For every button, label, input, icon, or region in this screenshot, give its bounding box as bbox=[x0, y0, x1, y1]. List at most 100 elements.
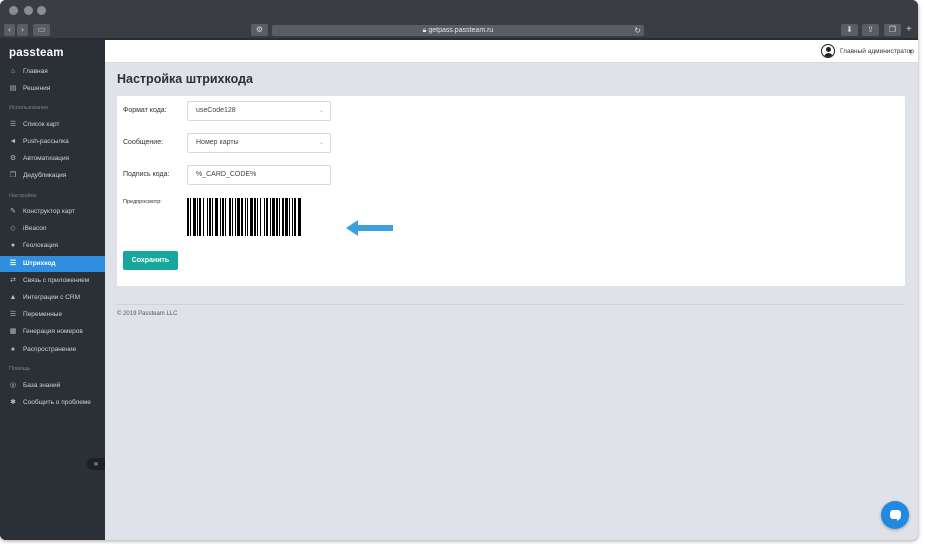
link-icon: ⇄ bbox=[10, 277, 16, 284]
sidebar-item-label: Распространение bbox=[23, 346, 77, 353]
caret-down-icon[interactable]: ▼ bbox=[908, 49, 913, 55]
user-avatar-icon[interactable] bbox=[821, 44, 835, 58]
barcode-bar bbox=[250, 198, 253, 236]
sidebar-item[interactable]: ▤ Решения bbox=[0, 81, 105, 97]
barcode-bar bbox=[222, 198, 224, 236]
share-icon[interactable]: ⇪ bbox=[862, 24, 879, 36]
barcode-bar bbox=[264, 198, 265, 236]
list-icon: ☰ bbox=[9, 121, 17, 128]
barcode-bar bbox=[193, 198, 196, 236]
barcode-bar bbox=[207, 198, 208, 236]
sidebar-section-label: Помощь bbox=[9, 366, 31, 372]
sidebar-item-label: iBeacon bbox=[23, 225, 47, 232]
sidebar-item[interactable]: ◄ Push-рассылка bbox=[0, 134, 105, 150]
sidebar-section-label: Настройка bbox=[9, 193, 37, 199]
sidebar-item[interactable]: ▦ Генерация номеров bbox=[0, 324, 105, 340]
message-select[interactable]: Номер карты ⌄ bbox=[187, 133, 331, 153]
user-menu[interactable]: Главный администратор bbox=[840, 40, 914, 63]
sidebar-item[interactable]: ◇ iBeacon bbox=[0, 221, 105, 237]
barcode-bar bbox=[220, 198, 221, 236]
message-select-value: Номер карты bbox=[196, 139, 239, 146]
barcode-bar bbox=[241, 198, 243, 236]
barcode-bar bbox=[203, 198, 204, 236]
copy-icon: ❐ bbox=[9, 172, 17, 179]
preview-label: Предпросмотр: bbox=[123, 199, 162, 205]
footer-divider bbox=[117, 304, 905, 305]
sidebar-item[interactable]: ▲ Интеграции с CRM bbox=[0, 290, 105, 306]
barcode-bar bbox=[270, 198, 271, 236]
sidebar: passteam « ⌂ Главная ▤ Решения Использование… bbox=[0, 40, 105, 540]
save-button[interactable]: Сохранить bbox=[123, 251, 178, 270]
url-bar[interactable]: 🔒︎ getpass.passteam.ru ↻ bbox=[272, 25, 644, 36]
top-bar: Главный администратор ▼ bbox=[105, 40, 918, 63]
home-icon: ⌂ bbox=[10, 68, 16, 75]
barcode-icon: ☰ bbox=[9, 260, 17, 267]
caption-input-value: %_CARD_CODE% bbox=[196, 171, 257, 178]
sidebar-item-label: Конструктор карт bbox=[23, 208, 75, 215]
sidebar-item[interactable]: ☰ Штрихкод bbox=[0, 256, 105, 272]
maximize-window-button[interactable] bbox=[37, 6, 46, 15]
download-icon[interactable]: ⬇ bbox=[841, 24, 858, 36]
sidebar-item-label: Список карт bbox=[23, 121, 60, 128]
minimize-window-button[interactable] bbox=[24, 6, 33, 15]
format-select[interactable]: useCode128 ⌄ bbox=[187, 101, 331, 121]
sidebar-item-label: Push-рассылка bbox=[23, 138, 69, 145]
sidebar-item[interactable]: ⇄ Связь с приложением bbox=[0, 273, 105, 289]
chevron-down-icon: ⌄ bbox=[318, 140, 324, 146]
sidebar-item-label: Сообщить о проблеме bbox=[23, 399, 91, 406]
chat-bubble-tail bbox=[897, 518, 901, 521]
sidebar-item-label: Геолокация bbox=[23, 242, 59, 249]
main-area: Главный администратор ▼ Настройка штрихк… bbox=[105, 40, 918, 540]
sidebar-item[interactable]: ♠ Распространение bbox=[0, 342, 105, 358]
barcode-bar bbox=[187, 198, 189, 236]
barcode-bar bbox=[225, 198, 226, 236]
plus-icon[interactable]: + bbox=[906, 24, 912, 36]
sidebar-item[interactable]: ☰ Переменные bbox=[0, 307, 105, 323]
sidebar-item-label: Главная bbox=[23, 68, 48, 75]
sidebar-item-label: Связь с приложением bbox=[23, 277, 90, 284]
sidebar-item[interactable]: ☰ Список карт bbox=[0, 117, 105, 133]
tabs-icon[interactable]: ❐ bbox=[884, 24, 901, 36]
barcode-bar bbox=[285, 198, 288, 236]
sidebar-icon[interactable]: ▭ bbox=[33, 24, 50, 36]
chat-bubble-icon[interactable] bbox=[881, 501, 909, 529]
sidebar-item[interactable]: ● Геолокация bbox=[0, 238, 105, 254]
barcode-bar bbox=[232, 198, 233, 236]
variables-icon: ☰ bbox=[9, 311, 17, 318]
barcode-preview bbox=[187, 198, 301, 236]
barcode-bar bbox=[247, 198, 248, 236]
grid-icon: ▤ bbox=[9, 85, 17, 92]
sidebar-section-label: Использование bbox=[9, 105, 49, 111]
message-label: Сообщение: bbox=[123, 139, 164, 146]
forward-icon[interactable]: › bbox=[17, 24, 28, 36]
reload-icon[interactable]: ↻ bbox=[634, 25, 641, 36]
back-icon[interactable]: ‹ bbox=[4, 24, 15, 36]
sidebar-item[interactable]: ✱ Сообщить о проблеме bbox=[0, 395, 105, 411]
settings-icon[interactable]: ⚙ bbox=[251, 24, 268, 36]
sidebar-item[interactable]: ❐ Дедубликация bbox=[0, 168, 105, 184]
sidebar-item-label: Интеграции с CRM bbox=[23, 294, 81, 301]
sidebar-item-label: Дедубликация bbox=[23, 172, 67, 179]
caption-input[interactable]: %_CARD_CODE% bbox=[187, 165, 331, 185]
barcode-bar bbox=[190, 198, 191, 236]
sidebar-item-label: Штрихкод bbox=[23, 260, 56, 267]
sidebar-item[interactable]: ◎ База знаний bbox=[0, 378, 105, 394]
caption-label: Подпись кода: bbox=[123, 171, 170, 178]
barcode-bar bbox=[289, 198, 290, 236]
close-window-button[interactable] bbox=[9, 6, 18, 15]
sidebar-item[interactable]: ✎ Конструктор карт bbox=[0, 204, 105, 220]
barcode-bar bbox=[215, 198, 218, 236]
collapse-icon[interactable]: « bbox=[87, 458, 105, 470]
sidebar-item[interactable]: ⌂ Главная bbox=[0, 64, 105, 80]
barcode-bar bbox=[199, 198, 201, 236]
table-icon: ▦ bbox=[9, 328, 17, 335]
barcode-bar bbox=[260, 198, 261, 236]
sidebar-item-label: Генерация номеров bbox=[23, 328, 83, 335]
sidebar-item[interactable]: ⚙ Автоматизация bbox=[0, 151, 105, 167]
barcode-settings-card: Формат кода: useCode128 ⌄ Сообщение: Ном… bbox=[117, 96, 905, 286]
browser-toolbar: ‹ › ▭ ⚙ 🔒︎ getpass.passteam.ru ↻ ⬇ ⇪ ❐ + bbox=[0, 22, 918, 39]
footer-copyright: © 2019 Passteam LLC bbox=[117, 311, 178, 317]
barcode-bar bbox=[298, 198, 301, 236]
barcode-bar bbox=[257, 198, 258, 236]
sidebar-item-label: Переменные bbox=[23, 311, 63, 318]
